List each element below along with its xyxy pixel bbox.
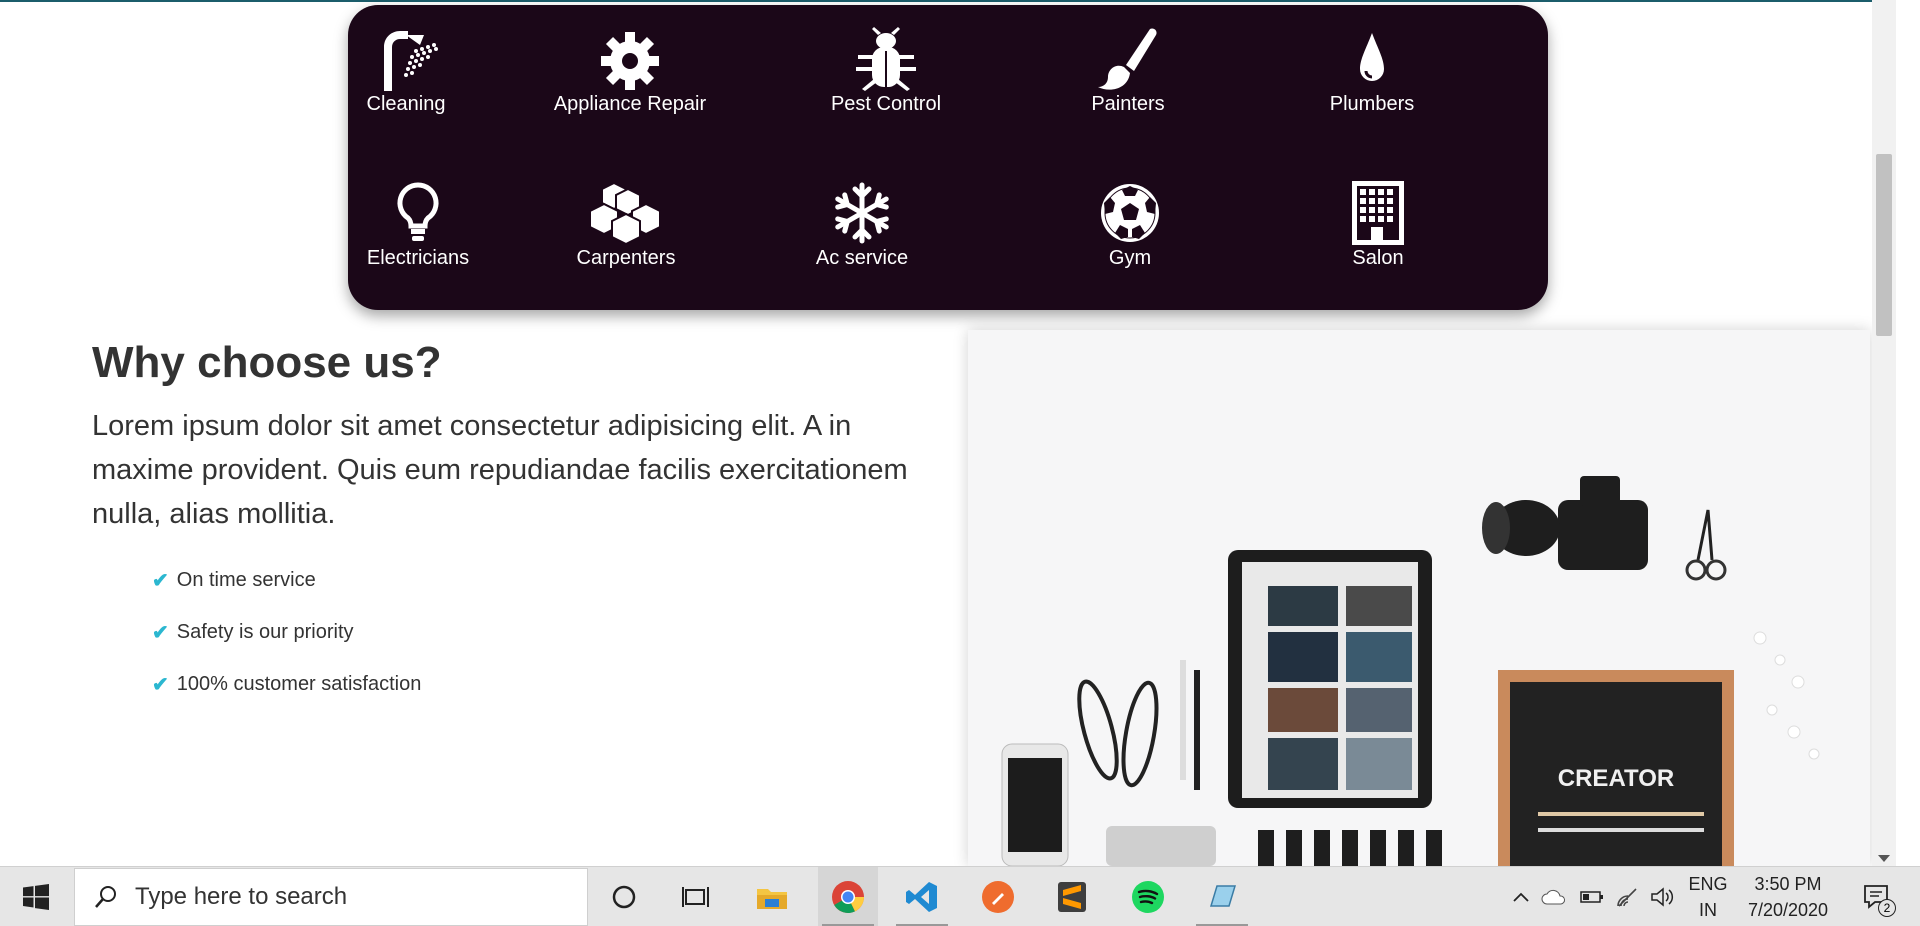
wifi-icon: [1617, 888, 1637, 907]
taskbar: Type here to search ENG IN 3:50 PM 7/20/…: [0, 866, 1920, 926]
snipping-tool-icon: [1209, 885, 1237, 907]
postman-icon: [982, 881, 1014, 913]
volume-button[interactable]: [1648, 867, 1676, 926]
why-description: Lorem ipsum dolor sit amet consectetur a…: [92, 410, 908, 530]
checkmark-icon: ✔: [152, 622, 169, 644]
water-drop-icon: [1360, 33, 1384, 81]
paintbrush-icon: [1098, 28, 1157, 90]
sublime-button[interactable]: [1042, 867, 1102, 926]
scrollbar-thumb[interactable]: [1876, 154, 1892, 336]
language-code: ENG: [1688, 874, 1728, 894]
windows-logo-icon: [23, 884, 49, 910]
gear-icon: [601, 32, 659, 90]
battery-button[interactable]: [1578, 867, 1606, 926]
feature-item: ✔ Safety is our priority: [152, 620, 354, 645]
service-label: Ac service: [815, 247, 909, 269]
postman-button[interactable]: [968, 867, 1028, 926]
network-button[interactable]: [1614, 867, 1642, 926]
region-code: IN: [1699, 900, 1717, 920]
taskbar-search-box[interactable]: Type here to search: [74, 868, 588, 926]
service-plumbers[interactable]: Plumbers: [1272, 27, 1472, 116]
spotify-button[interactable]: [1118, 867, 1178, 926]
checkmark-icon: ✔: [152, 674, 169, 696]
service-appliance-repair[interactable]: Appliance Repair: [530, 27, 730, 116]
service-pest-control[interactable]: Pest Control: [786, 27, 986, 116]
bug-icon: [856, 27, 916, 91]
notification-count-badge: 2: [1878, 899, 1896, 917]
onedrive-button[interactable]: [1540, 867, 1568, 926]
battery-icon: [1580, 891, 1603, 903]
action-center-button[interactable]: 2: [1852, 867, 1902, 926]
snipping-tool-button[interactable]: [1192, 867, 1252, 926]
soccer-ball-icon: [1101, 184, 1159, 242]
spotify-icon: [1132, 881, 1164, 913]
shower-icon: [384, 31, 438, 91]
language-indicator[interactable]: ENG IN: [1688, 867, 1728, 926]
service-cleaning[interactable]: Cleaning: [306, 27, 506, 116]
search-icon: [95, 886, 116, 908]
task-view-button[interactable]: [666, 867, 726, 926]
feature-item: ✔ 100% customer satisfaction: [152, 672, 421, 697]
feature-label: Safety is our priority: [176, 621, 354, 643]
chrome-button[interactable]: [818, 867, 878, 926]
checkmark-icon: ✔: [152, 570, 169, 592]
desk-illustration: CREATOR: [1001, 476, 1820, 866]
creator-desk-photo: CREATOR: [968, 330, 1870, 866]
sublime-icon: [1058, 882, 1086, 912]
snowflake-icon: [835, 182, 889, 244]
service-label: Pest Control: [830, 93, 942, 115]
clock-time: 3:50 PM: [1754, 874, 1822, 894]
service-carpenters[interactable]: Carpenters: [526, 181, 726, 270]
cubes-icon: [589, 181, 661, 245]
scroll-down-arrow[interactable]: [1878, 855, 1890, 862]
service-label: Cleaning: [366, 93, 446, 115]
web-page: Cleaning Appliance Repair Pest Control P…: [0, 0, 1896, 866]
file-explorer-button[interactable]: [742, 867, 802, 926]
cloud-icon: [1541, 889, 1565, 905]
vscode-icon: [906, 882, 937, 912]
board-text: CREATOR: [1558, 765, 1674, 792]
lightbulb-icon: [397, 182, 439, 241]
feature-label: On time service: [176, 569, 316, 591]
service-label: Carpenters: [576, 247, 676, 269]
show-hidden-icons-button[interactable]: [1508, 867, 1534, 926]
service-ac-service[interactable]: Ac service: [762, 181, 962, 270]
service-gym[interactable]: Gym: [1030, 181, 1230, 270]
cortana-button[interactable]: [594, 867, 654, 926]
chevron-up-icon: [1513, 892, 1529, 902]
service-salon[interactable]: Salon: [1278, 181, 1478, 270]
service-label: Salon: [1352, 247, 1404, 269]
service-label: Electricians: [366, 247, 470, 269]
clock-date: 7/20/2020: [1747, 900, 1829, 920]
start-button[interactable]: [0, 867, 72, 926]
folder-icon: [757, 889, 787, 909]
clock[interactable]: 3:50 PM 7/20/2020: [1742, 867, 1834, 926]
top-border: [0, 0, 1896, 2]
why-choose-us-heading: Why choose us?: [92, 338, 442, 387]
vertical-scrollbar[interactable]: [1872, 0, 1896, 866]
service-label: Appliance Repair: [553, 93, 707, 115]
service-label: Painters: [1091, 93, 1165, 115]
speaker-icon: [1651, 887, 1674, 907]
vscode-button[interactable]: [892, 867, 952, 926]
service-label: Plumbers: [1329, 93, 1415, 115]
service-electricians[interactable]: Electricians: [318, 181, 518, 270]
feature-label: 100% customer satisfaction: [176, 673, 422, 695]
feature-item: ✔ On time service: [152, 568, 316, 593]
building-icon: [1352, 181, 1404, 245]
chrome-icon: [832, 881, 864, 913]
task-view-icon: [682, 887, 709, 907]
cortana-circle-icon: [612, 885, 636, 909]
services-panel: Cleaning Appliance Repair Pest Control P…: [348, 5, 1548, 310]
service-painters[interactable]: Painters: [1028, 27, 1228, 116]
service-label: Gym: [1108, 247, 1152, 269]
search-placeholder: Type here to search: [135, 883, 348, 910]
